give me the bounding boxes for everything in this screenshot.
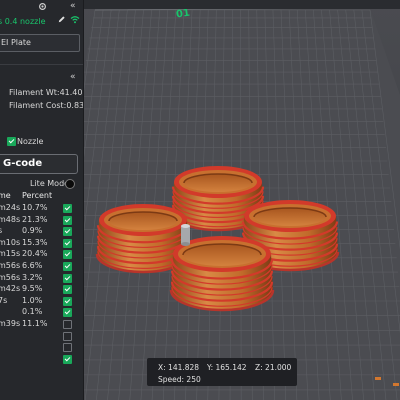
row-percent: 1.0% [22, 295, 43, 305]
row-visibility-checkbox[interactable] [63, 296, 72, 306]
col-header-time: me [0, 191, 11, 200]
top-toolbar [83, 0, 400, 9]
row-percent: 9.5% [22, 284, 43, 294]
nozzle-checkbox[interactable] [7, 137, 16, 146]
row-visibility-checkbox[interactable] [63, 204, 72, 213]
edit-icon[interactable] [57, 15, 66, 26]
gcode-button[interactable]: G-code [0, 154, 78, 174]
ring-model[interactable] [169, 236, 275, 312]
nozzle-checkbox-label: Nozzle [17, 137, 44, 146]
row-percent: 11.1% [22, 319, 48, 328]
plate-marker [393, 383, 399, 386]
row-visibility-checkbox[interactable] [63, 331, 72, 341]
z-coordinate: Z: 21.000 [255, 363, 292, 372]
row-time: s [0, 226, 2, 235]
row-visibility-checkbox[interactable] [63, 343, 72, 353]
wipe-tower[interactable] [181, 224, 190, 246]
row-time: m10s [0, 237, 21, 247]
row-percent: 0.1% [22, 307, 43, 317]
divider [0, 64, 83, 65]
row-time: m48s [0, 214, 21, 224]
plate-type-label: EI Plate [1, 38, 31, 47]
row-visibility-checkbox[interactable] [63, 215, 72, 225]
row-time: 7s [0, 295, 8, 305]
row-percent: 10.7% [22, 203, 48, 212]
row-visibility-checkbox[interactable] [63, 262, 72, 271]
y-coordinate: Y: 165.142 [207, 363, 247, 372]
lite-mode-toggle[interactable] [65, 179, 75, 189]
collapse-section-icon[interactable]: « [70, 72, 76, 82]
lite-mode-label: Lite Mode [30, 179, 70, 188]
collapse-icon[interactable]: « [70, 1, 76, 11]
plate-type-select[interactable]: EI Plate [0, 34, 80, 52]
row-visibility-checkbox[interactable] [63, 320, 72, 329]
coordinate-readout: X: 141.828 Y: 165.142 Z: 21.000 Speed: 2… [147, 358, 297, 386]
row-time: m15s [0, 249, 21, 259]
row-time: m39s [0, 319, 21, 328]
row-visibility-checkbox[interactable] [63, 285, 72, 295]
row-percent: 0.9% [22, 226, 43, 236]
row-time: m42s [0, 284, 21, 294]
row-visibility-checkbox[interactable] [63, 250, 72, 260]
row-time: m56s [0, 272, 21, 282]
row-visibility-checkbox[interactable] [63, 273, 72, 283]
row-time: m56s [0, 261, 21, 270]
row-visibility-checkbox[interactable] [63, 354, 72, 364]
left-sidebar: « s 0.4 nozzle EI Plate « Filament Wt:41… [0, 0, 84, 400]
speed-value: Speed: 250 [158, 375, 201, 384]
filament-cost: Filament Cost:0.83 [9, 101, 84, 110]
col-header-percent: Percent [22, 191, 53, 200]
row-visibility-checkbox[interactable] [63, 227, 72, 237]
plate-number[interactable]: 01 [175, 8, 190, 21]
filament-weight: Filament Wt:41.40 g [9, 88, 84, 97]
plate-marker [375, 377, 381, 380]
row-percent: 15.3% [22, 237, 48, 247]
printer-nozzle-label[interactable]: s 0.4 nozzle [0, 17, 45, 26]
row-percent: 20.4% [22, 249, 48, 259]
wifi-icon[interactable] [70, 15, 80, 26]
row-percent: 6.6% [22, 261, 43, 270]
x-coordinate: X: 141.828 [158, 363, 200, 372]
row-percent: 21.3% [22, 214, 48, 224]
row-percent: 3.2% [22, 272, 43, 282]
settings-icon[interactable] [38, 2, 47, 13]
row-time: m24s [0, 203, 21, 212]
row-visibility-checkbox[interactable] [63, 308, 72, 318]
row-visibility-checkbox[interactable] [63, 238, 72, 248]
